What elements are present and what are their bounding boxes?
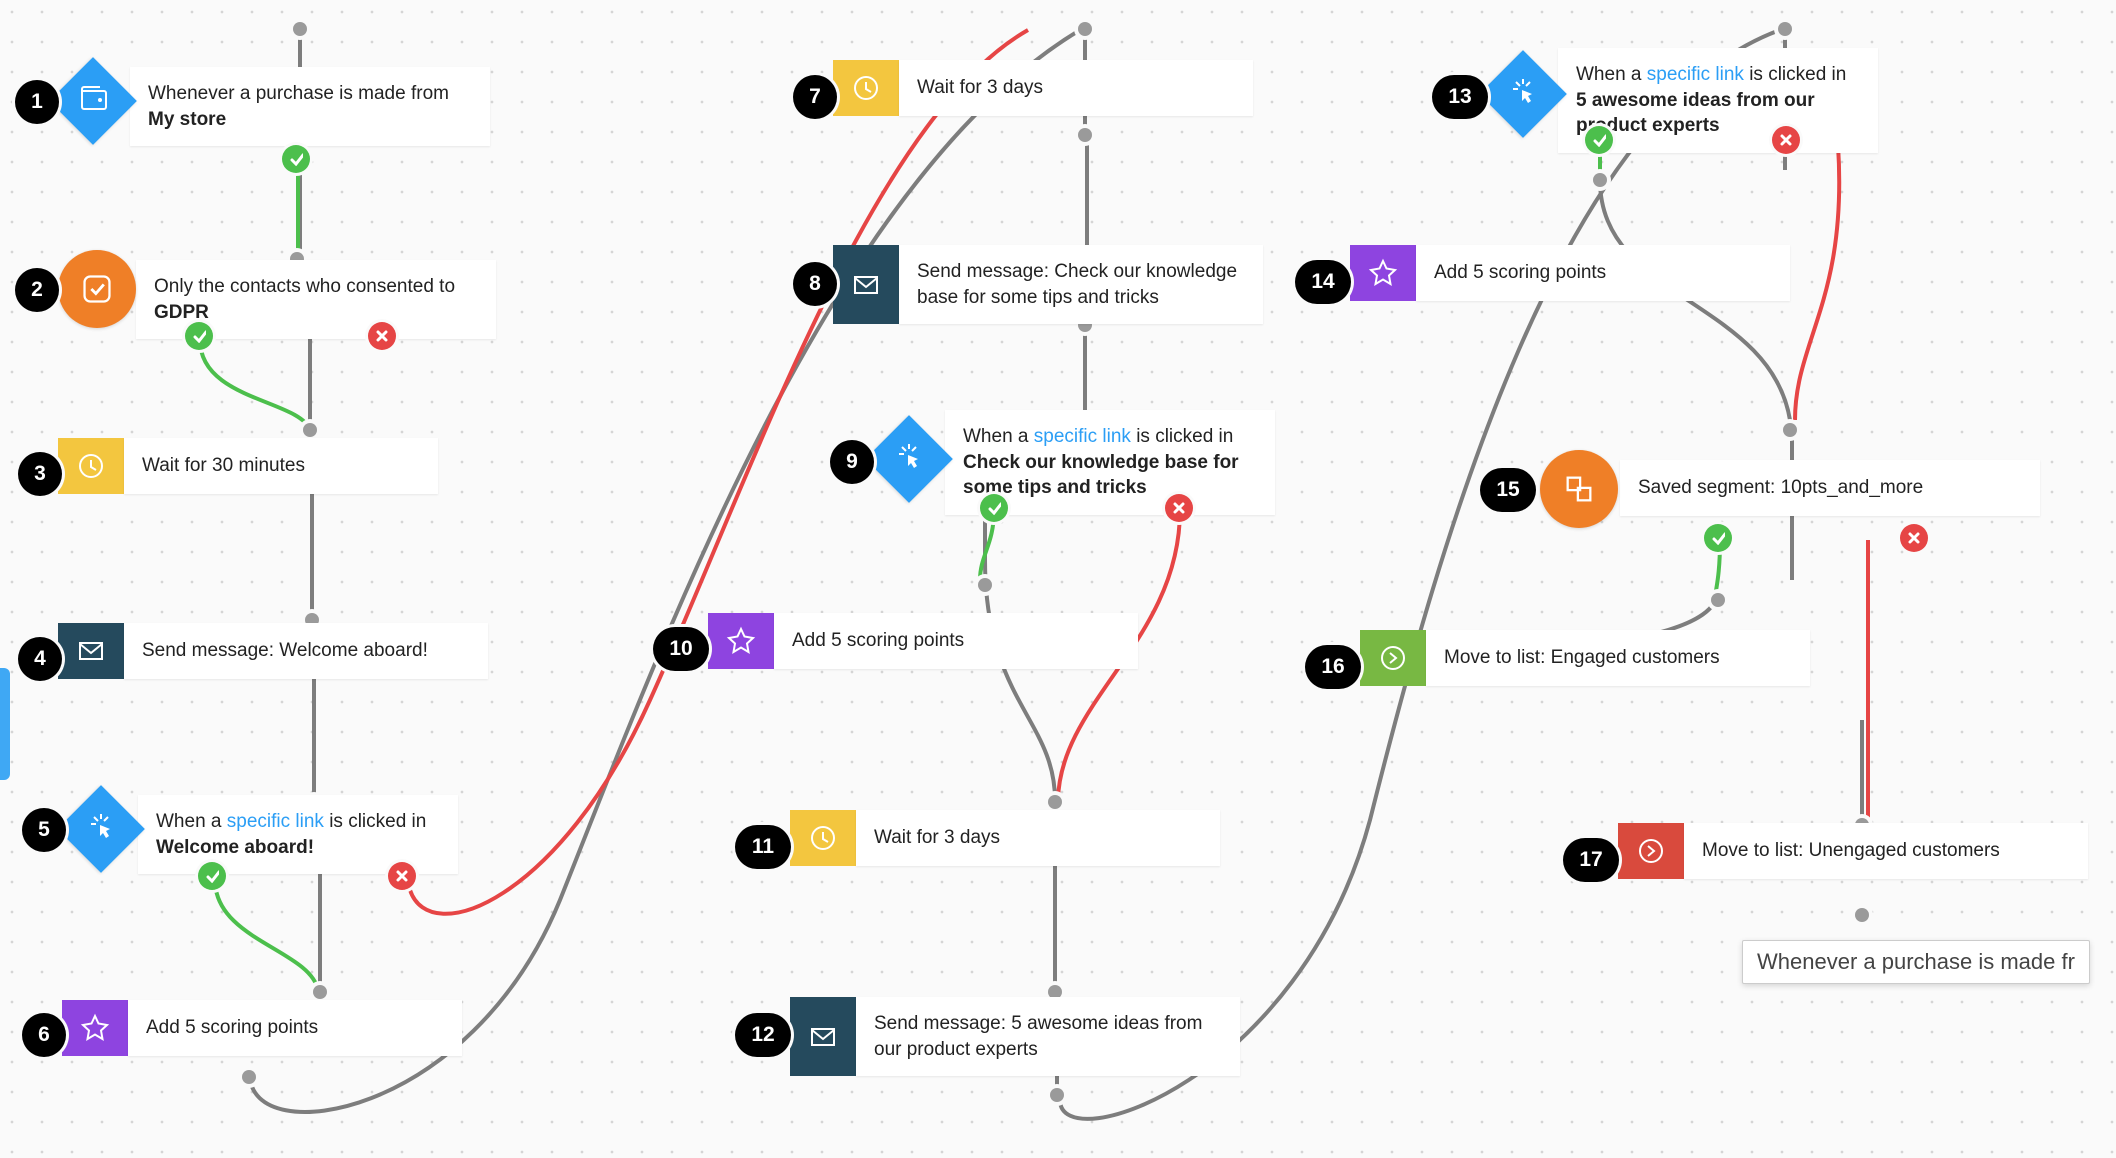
star-icon xyxy=(62,1000,128,1056)
tooltip-text: Whenever a purchase is made fr xyxy=(1757,949,2075,974)
connector-dot xyxy=(1078,22,1092,36)
branch-no-icon xyxy=(1900,524,1928,552)
step-number-badge: 7 xyxy=(793,75,837,119)
connector-dot xyxy=(1078,128,1092,142)
send-welcome[interactable]: Send message: Welcome aboard! xyxy=(58,623,488,679)
connector-dot xyxy=(242,1070,256,1084)
node-text: Wait for 30 minutes xyxy=(124,439,327,493)
add-5pts-3[interactable]: Add 5 scoring points xyxy=(1350,245,1790,301)
specific-link[interactable]: specific link xyxy=(1647,64,1744,85)
step-number-badge: 2 xyxy=(15,268,59,312)
step-number-badge: 1 xyxy=(15,80,59,124)
wallet-icon xyxy=(78,83,108,113)
node-text: Send message: Welcome aboard! xyxy=(124,624,450,678)
step-number-badge: 6 xyxy=(22,1013,66,1057)
step-number-badge: 16 xyxy=(1305,645,1361,689)
branch-yes-icon xyxy=(198,862,226,890)
click-icon xyxy=(86,811,116,841)
node-text: Add 5 scoring points xyxy=(1416,246,1628,300)
branch-yes-icon xyxy=(1704,524,1732,552)
node-text: Move to list: Unengaged customers xyxy=(1684,824,2022,878)
send-ideas[interactable]: Send message: 5 awesome ideas from our p… xyxy=(790,997,1240,1076)
connector-dot xyxy=(1855,908,1869,922)
wait-30min[interactable]: Wait for 30 minutes xyxy=(58,438,438,494)
step-number-badge: 12 xyxy=(735,1013,791,1057)
node-text: Wait for 3 days xyxy=(899,61,1065,115)
specific-link[interactable]: specific link xyxy=(1034,426,1131,447)
branch-yes-icon xyxy=(282,145,310,173)
step-number-badge: 9 xyxy=(830,440,874,484)
send-kb[interactable]: Send message: Check our knowledge base f… xyxy=(833,245,1263,324)
clock-icon xyxy=(58,438,124,494)
star-icon xyxy=(1350,245,1416,301)
mail-icon xyxy=(833,245,899,324)
branch-no-icon xyxy=(1165,494,1193,522)
branch-no-icon xyxy=(368,322,396,350)
wait-3days-1[interactable]: Wait for 3 days xyxy=(833,60,1253,116)
trigger-link-welcome-card[interactable]: When a specific link is clicked in Welco… xyxy=(138,795,458,874)
move-unengaged[interactable]: Move to list: Unengaged customers xyxy=(1618,823,2088,879)
node-text: Add 5 scoring points xyxy=(128,1001,340,1055)
step-number-badge: 5 xyxy=(22,808,66,852)
step-number-badge: 8 xyxy=(793,262,837,306)
condition-gdpr[interactable] xyxy=(58,250,136,328)
step-number-badge: 14 xyxy=(1295,260,1351,304)
node-text: Wait for 3 days xyxy=(856,811,1022,865)
branch-no-icon xyxy=(388,862,416,890)
click-icon xyxy=(1508,76,1538,106)
connector-dot xyxy=(303,423,317,437)
clock-icon xyxy=(790,810,856,866)
branch-no-icon xyxy=(1772,126,1800,154)
step-number-badge: 17 xyxy=(1563,838,1619,882)
step-number-badge: 11 xyxy=(735,825,791,869)
segment-icon xyxy=(1562,472,1596,506)
condition-segment[interactable] xyxy=(1540,450,1618,528)
connector-dot xyxy=(313,985,327,999)
connector-dot xyxy=(1711,593,1725,607)
move-engaged[interactable]: Move to list: Engaged customers xyxy=(1360,630,1810,686)
consent-icon xyxy=(80,272,114,306)
node-text: Saved segment: 10pts_and_more xyxy=(1620,461,1945,515)
node-text: Send message: Check our knowledge base f… xyxy=(899,245,1263,324)
step-number-badge: 4 xyxy=(18,637,62,681)
connector-dot xyxy=(1778,22,1792,36)
clock-icon xyxy=(833,60,899,116)
step-number-badge: 15 xyxy=(1480,468,1536,512)
branch-yes-icon xyxy=(980,494,1008,522)
add-5pts-2[interactable]: Add 5 scoring points xyxy=(708,613,1138,669)
node-text: Add 5 scoring points xyxy=(774,614,986,668)
tooltip: Whenever a purchase is made fr xyxy=(1742,940,2090,984)
mail-icon xyxy=(58,623,124,679)
node-text: Whenever a purchase is made from My stor… xyxy=(130,67,490,146)
step-number-badge: 3 xyxy=(18,452,62,496)
connector-dot xyxy=(1593,173,1607,187)
connector-dot xyxy=(1050,1088,1064,1102)
add-5pts-1[interactable]: Add 5 scoring points xyxy=(62,1000,462,1056)
node-text: When a specific link is clicked in Welco… xyxy=(138,795,458,874)
side-handle[interactable] xyxy=(0,668,10,780)
connector-dot xyxy=(1048,795,1062,809)
connector-dot xyxy=(1783,423,1797,437)
branch-yes-icon xyxy=(185,322,213,350)
step-number-badge: 13 xyxy=(1432,75,1488,119)
move-icon xyxy=(1360,630,1426,686)
node-text: Move to list: Engaged customers xyxy=(1426,631,1742,685)
move-icon xyxy=(1618,823,1684,879)
connector-dot xyxy=(293,22,307,36)
node-text: Send message: 5 awesome ideas from our p… xyxy=(856,997,1240,1076)
star-icon xyxy=(708,613,774,669)
trigger-purchase-card[interactable]: Whenever a purchase is made from My stor… xyxy=(130,67,490,146)
condition-segment-card[interactable]: Saved segment: 10pts_and_more xyxy=(1620,460,2040,516)
connector-dot xyxy=(978,578,992,592)
branch-yes-icon xyxy=(1585,126,1613,154)
mail-icon xyxy=(790,997,856,1076)
specific-link[interactable]: specific link xyxy=(227,811,324,832)
wait-3days-2[interactable]: Wait for 3 days xyxy=(790,810,1220,866)
click-icon xyxy=(894,441,924,471)
step-number-badge: 10 xyxy=(653,627,709,671)
